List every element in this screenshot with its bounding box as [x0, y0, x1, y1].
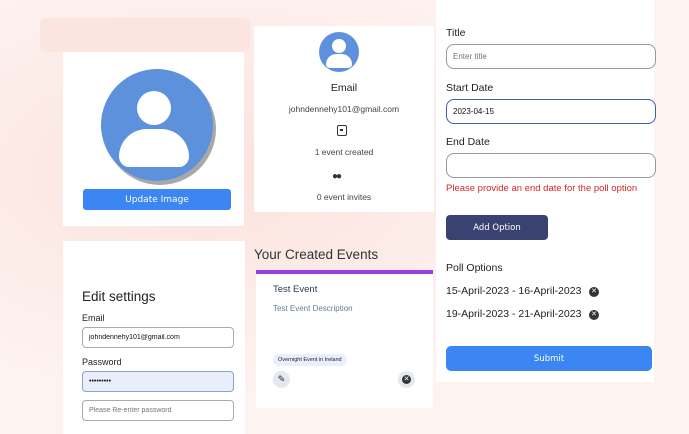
start-date-label: Start Date	[446, 82, 494, 94]
poll-options-label: Poll Options	[446, 262, 503, 274]
title-input[interactable]	[446, 44, 656, 69]
end-date-label: End Date	[446, 136, 490, 148]
avatar-card: Update Image	[63, 52, 244, 226]
start-date-input[interactable]	[446, 99, 656, 124]
people-icon: ●●	[332, 171, 342, 182]
close-icon: ✕	[402, 375, 411, 384]
avatar-head	[137, 91, 171, 125]
submit-button[interactable]: Submit	[446, 346, 652, 371]
background-accent	[40, 18, 250, 52]
end-date-input[interactable]	[446, 153, 656, 178]
event-description: Test Event Description	[273, 304, 353, 313]
created-events-title: Your Created Events	[254, 247, 379, 262]
poll-option-item: 19-April-2023 - 21-April-2023	[446, 308, 582, 320]
settings-reenter-password-field[interactable]	[82, 400, 234, 421]
add-option-button[interactable]: Add Option	[446, 215, 548, 240]
settings-password-label: Password	[82, 357, 122, 367]
avatar-body	[326, 54, 352, 68]
events-created-count: 1 event created	[314, 147, 374, 157]
delete-event-button[interactable]: ✕	[398, 371, 415, 388]
profile-email: johndennehy101@gmail.com	[288, 104, 400, 114]
event-invites-count: 0 event invites	[316, 192, 372, 202]
event-title: Test Event	[273, 284, 318, 295]
event-card[interactable]: Test Event Test Event Description Overni…	[256, 274, 433, 408]
update-image-button[interactable]: Update Image	[83, 189, 231, 210]
profile-card: Email johndennehy101@gmail.com 1 event c…	[254, 26, 434, 212]
avatar-body	[119, 129, 189, 167]
event-type-badge: Overnight Event in Ireland	[273, 354, 347, 366]
settings-email-field[interactable]	[82, 327, 234, 348]
poll-form-card: Title Start Date End Date Please provide…	[436, 0, 656, 382]
settings-email-label: Email	[82, 313, 105, 323]
remove-option-close-icon[interactable]: ✕	[589, 287, 599, 297]
poll-option-item: 15-April-2023 - 16-April-2023	[446, 285, 582, 297]
edit-settings-title: Edit settings	[82, 289, 156, 304]
title-label: Title	[446, 27, 466, 39]
settings-password-field[interactable]	[82, 371, 234, 392]
user-avatar-icon	[101, 69, 213, 181]
edit-settings-card: Edit settings Email Password	[63, 241, 245, 434]
calendar-icon	[337, 125, 347, 136]
avatar-head	[332, 39, 346, 53]
end-date-error: Please provide an end date for the poll …	[446, 183, 638, 194]
edit-pencil-icon[interactable]: ✎	[273, 371, 290, 388]
user-avatar-small-icon	[319, 32, 359, 72]
profile-email-label: Email	[330, 82, 358, 94]
remove-option-close-icon[interactable]: ✕	[589, 310, 599, 320]
